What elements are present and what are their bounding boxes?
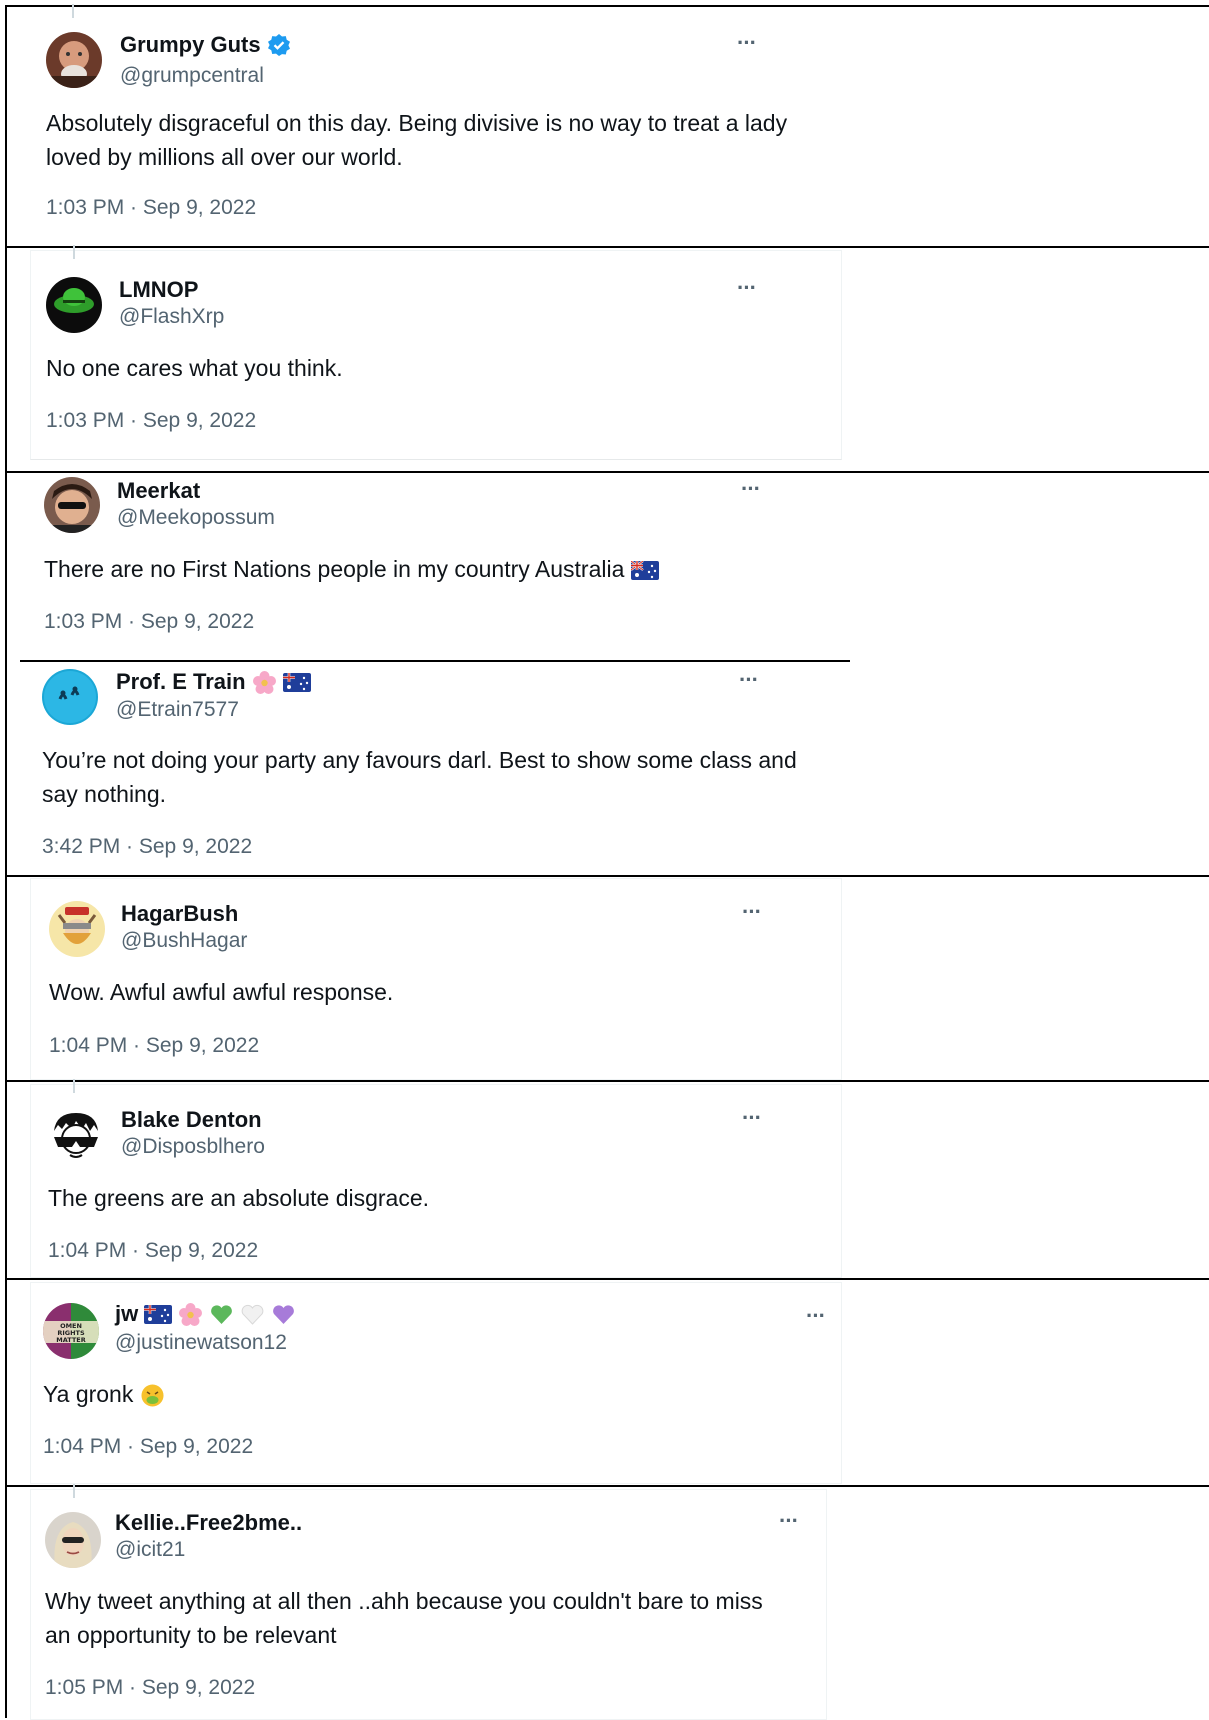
display-name[interactable]: Prof. E Train [116,669,246,695]
australia-flag-icon [144,1304,173,1324]
australia-flag-icon [630,561,659,581]
tweet-text: Why tweet anything at all then ..ahh bec… [45,1588,763,1648]
verified-badge-icon [267,34,290,56]
display-name[interactable]: Grumpy Guts [120,32,261,58]
frame-top-border [5,5,855,7]
tweet-text: Absolutely disgraceful on this day. Bein… [46,110,788,170]
tweet-card[interactable]: Grumpy Guts @grumpcentral ··· Absolutely… [30,4,840,244]
separator [5,246,1209,248]
timestamp[interactable]: 1:05 PM · Sep 9, 2022 [45,1676,255,1700]
more-options-icon[interactable]: ··· [741,476,761,502]
frame-left-border [5,5,7,1718]
handle[interactable]: @grumpcentral [120,64,264,88]
timestamp[interactable]: 1:04 PM · Sep 9, 2022 [43,1435,253,1459]
handle[interactable]: @FlashXrp [119,305,224,329]
tweet-card[interactable]: Prof. E Train @Etrain7577 ··· You’re not… [30,663,840,873]
timestamp[interactable]: 1:04 PM · Sep 9, 2022 [48,1239,258,1263]
more-options-icon[interactable]: ··· [779,1508,799,1534]
separator [5,1485,1209,1487]
cartoon-sunglasses-profile-icon [48,1107,104,1163]
timestamp[interactable]: 1:03 PM · Sep 9, 2022 [44,610,254,634]
tweet-card[interactable]: Kellie..Free2bme.. @icit21 ··· Why tweet… [30,1484,827,1720]
tweet-text-row: Ya gronk [43,1377,803,1411]
handle[interactable]: @Etrain7577 [116,698,239,722]
handle[interactable]: @Meekopossum [117,506,275,530]
avatar[interactable] [42,669,98,725]
green-heart-icon [211,1304,233,1324]
handle[interactable]: @justinewatson12 [115,1331,287,1355]
tweet-text: No one cares what you think. [46,355,343,381]
separator [20,660,850,662]
tweet-text: The greens are an absolute disgrace. [48,1185,430,1211]
tweet-text: You’re not doing your party any favours … [42,747,797,807]
avatar-text-line: MATTER [56,1336,85,1344]
woman-sunglasses-profile-icon [45,1512,101,1568]
more-options-icon[interactable]: ··· [737,30,757,56]
separator [5,471,1209,473]
avatar[interactable] [44,477,100,533]
handle[interactable]: @BushHagar [121,929,247,953]
tweet-text: Wow. Awful awful awful response. [49,979,394,1005]
thread-connector [73,1079,75,1093]
frame-top-border-right [855,5,1209,7]
green-hat-profile-icon [46,277,102,333]
purple-heart-icon [273,1304,295,1324]
more-options-icon[interactable]: ··· [739,667,759,693]
more-options-icon[interactable]: ··· [742,899,762,925]
display-name[interactable]: HagarBush [121,901,238,927]
tweet-card[interactable]: Blake Denton @Disposblhero ··· The green… [30,1079,842,1278]
avatar[interactable]: OMEN RIGHTS MATTER [43,1303,99,1359]
tweet-card[interactable]: HagarBush @BushHagar ··· Wow. Awful awfu… [30,878,842,1080]
display-name[interactable]: Meerkat [117,478,200,504]
pink-flower-icon [252,670,276,694]
tweet-text-row: There are no First Nations people in my … [44,552,814,586]
display-name[interactable]: Kellie..Free2bme.. [115,1510,302,1536]
vomiting-face-icon [141,1384,164,1407]
more-options-icon[interactable]: ··· [737,275,757,301]
pink-flower-icon [179,1302,203,1326]
womens-rights-profile-icon: OMEN RIGHTS MATTER [43,1303,99,1359]
more-options-icon[interactable]: ··· [742,1105,762,1131]
thread-connector [72,4,74,18]
australia-flag-icon [282,672,311,692]
avatar[interactable] [46,277,102,333]
display-name[interactable]: LMNOP [119,277,198,303]
more-options-icon[interactable]: ··· [806,1303,826,1329]
avatar[interactable] [48,1107,104,1163]
white-heart-icon [241,1304,264,1325]
display-name[interactable]: jw [115,1301,138,1327]
tweet-text: Ya gronk [43,1381,134,1407]
timestamp[interactable]: 1:04 PM · Sep 9, 2022 [49,1034,259,1058]
tweet-text: There are no First Nations people in my … [44,556,625,582]
separator [5,1278,1209,1280]
cartoon-viking-profile-icon [49,901,105,957]
profile-photo-man-icon [46,32,102,88]
separator [5,875,1209,877]
handle[interactable]: @Disposblhero [121,1135,265,1159]
sunglasses-profile-icon [44,477,100,533]
display-name[interactable]: Blake Denton [121,1107,262,1133]
separator [5,1080,1209,1082]
timestamp[interactable]: 3:42 PM · Sep 9, 2022 [42,835,252,859]
thread-connector [73,245,75,259]
avatar[interactable] [45,1512,101,1568]
tweet-card[interactable]: LMNOP @FlashXrp ··· No one cares what yo… [30,245,842,460]
tweet-card[interactable]: OMEN RIGHTS MATTER jw @justinewatson12 ·… [30,1282,842,1484]
blue-swimmers-profile-icon [42,669,98,725]
handle[interactable]: @icit21 [115,1538,185,1562]
timestamp[interactable]: 1:03 PM · Sep 9, 2022 [46,196,256,220]
avatar[interactable] [46,32,102,88]
tweet-card[interactable]: Meerkat @Meekopossum ··· There are no Fi… [30,474,840,659]
timestamp[interactable]: 1:03 PM · Sep 9, 2022 [46,409,256,433]
thread-connector [73,1484,75,1498]
avatar[interactable] [49,901,105,957]
